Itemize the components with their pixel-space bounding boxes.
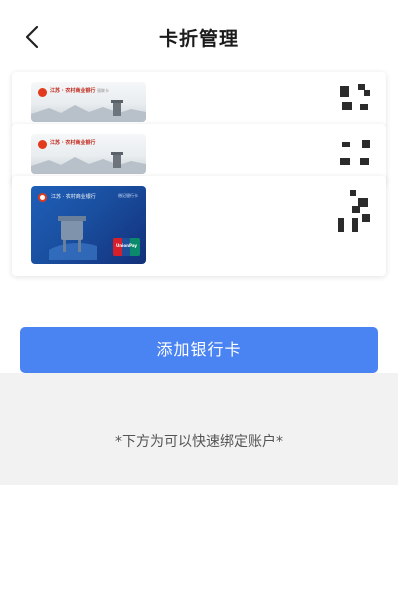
card-thumbnail: 江苏 · 农村商业银行 银联卡 <box>31 82 146 122</box>
bank-logo-icon <box>38 88 47 97</box>
header: 卡折管理 <box>0 0 398 70</box>
landscape-illustration <box>31 152 146 174</box>
card-bank-name: 江苏 · 农村商业银行 <box>50 140 96 146</box>
card-thumbnail: 江苏 · 农村商业银行 <box>31 134 146 174</box>
card-sub-label: 银联卡 <box>97 88 109 93</box>
page-title: 卡折管理 <box>158 28 239 50</box>
unionpay-logo: UnionPay <box>113 238 140 256</box>
masked-card-number <box>332 188 376 240</box>
card-thumbnail: 江苏 · 农村商业银行 借记银行卡 UnionPay <box>31 186 146 264</box>
add-bank-card-button[interactable]: 添加银行卡 <box>20 327 378 373</box>
quick-bind-section: *下方为可以快速绑定账户* <box>0 373 398 485</box>
card-bank-name: 江苏 · 农村商业银行 <box>50 88 96 94</box>
bank-logo-icon <box>38 140 47 149</box>
card-bank-name: 江苏 · 农村商业银行 <box>51 194 96 200</box>
bank-card-item[interactable]: 江苏 · 农村商业银行 <box>12 124 386 184</box>
card-management-page: 卡折管理 江苏 · 农村商业银行 银联卡 江苏 · 农村商业银行 江苏 · 农村… <box>0 0 398 591</box>
bank-card-item[interactable]: 江苏 · 农村商业银行 借记银行卡 UnionPay <box>12 176 386 276</box>
card-type-label: 借记银行卡 <box>118 193 138 198</box>
landscape-illustration <box>31 100 146 122</box>
bank-card-item[interactable]: 江苏 · 农村商业银行 银联卡 <box>12 72 386 127</box>
masked-card-number <box>336 82 376 116</box>
masked-card-number <box>336 136 376 172</box>
quick-bind-note: *下方为可以快速绑定账户* <box>115 434 283 450</box>
card-list: 江苏 · 农村商业银行 银联卡 江苏 · 农村商业银行 江苏 · 农村商业银行 … <box>0 70 398 280</box>
tripod-cauldron-illustration <box>49 216 97 260</box>
bank-logo-icon <box>38 193 47 202</box>
